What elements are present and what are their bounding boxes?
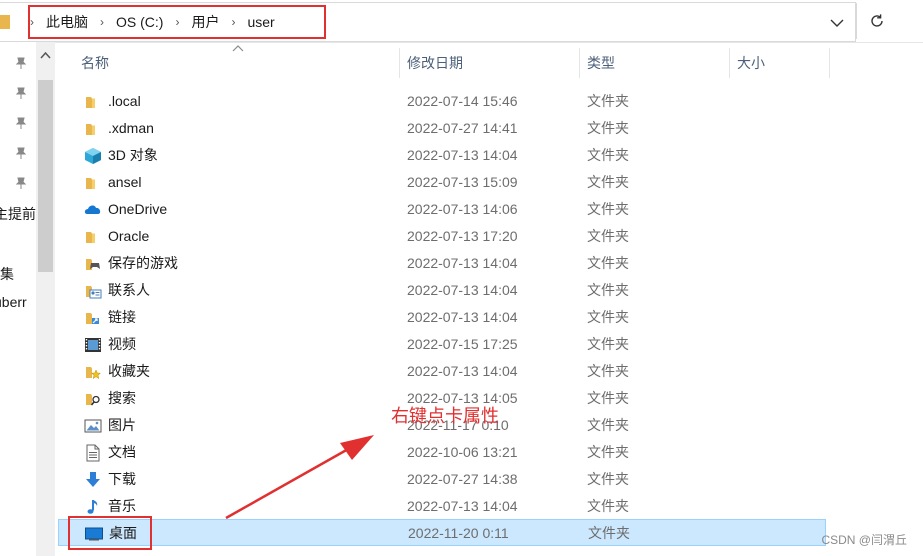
scrollbar-thumb[interactable]: [38, 80, 53, 272]
list-item[interactable]: 链接 2022-07-13 14:04 文件夹: [58, 304, 830, 331]
links-icon: [86, 313, 99, 324]
column-header-date[interactable]: 修改日期: [407, 44, 463, 82]
list-item[interactable]: 收藏夹 2022-07-13 14:04 文件夹: [58, 358, 830, 385]
pin-icon[interactable]: [14, 56, 28, 70]
annotation-highlight-address: [28, 5, 326, 39]
nav-item-partial[interactable]: 主提前: [0, 204, 36, 224]
folder-icon: [86, 178, 95, 189]
watermark: CSDN @闫渭丘: [821, 533, 907, 547]
contacts-icon: [86, 286, 102, 299]
navigation-pane[interactable]: 主提前 集 uberr: [0, 42, 55, 556]
column-divider[interactable]: [829, 48, 830, 78]
sort-ascending-icon: [232, 45, 244, 52]
address-history-dropdown-icon[interactable]: [828, 13, 846, 33]
saved-games-icon: [86, 259, 100, 270]
folder-icon: [86, 232, 95, 243]
address-bar-area: › 此电脑 › OS (C:) › 用户 › user: [0, 0, 923, 43]
pin-icon[interactable]: [14, 86, 28, 100]
pictures-icon: [84, 419, 102, 433]
column-header-type[interactable]: 类型: [587, 44, 615, 82]
onedrive-cloud-icon: [84, 205, 101, 214]
downloads-icon: [86, 472, 100, 487]
list-item[interactable]: Oracle 2022-07-13 17:20 文件夹: [58, 223, 830, 250]
refresh-icon: [871, 14, 883, 27]
nav-item-partial[interactable]: 集: [0, 264, 14, 284]
column-divider[interactable]: [399, 48, 400, 78]
annotation-highlight-desktop: [68, 516, 152, 550]
list-item[interactable]: 联系人 2022-07-13 14:04 文件夹: [58, 277, 830, 304]
list-item[interactable]: OneDrive 2022-07-13 14:06 文件夹: [58, 196, 830, 223]
pin-icon[interactable]: [14, 116, 28, 130]
list-item[interactable]: 文档 2022-10-06 13:21 文件夹: [58, 439, 830, 466]
column-header-name[interactable]: 名称: [81, 44, 109, 82]
3d-objects-icon: [85, 148, 101, 164]
list-item[interactable]: 音乐 2022-07-13 14:04 文件夹: [58, 493, 830, 520]
list-item[interactable]: ansel 2022-07-13 15:09 文件夹: [58, 169, 830, 196]
column-headers: 名称 修改日期 类型 大小: [58, 44, 923, 82]
column-divider[interactable]: [579, 48, 580, 78]
column-divider[interactable]: [729, 48, 730, 78]
annotation-text: 右键点卡属性: [391, 406, 499, 426]
scroll-up-arrow-icon[interactable]: [40, 51, 51, 59]
music-icon: [87, 500, 98, 514]
folder-icon: [86, 97, 95, 108]
list-item[interactable]: 视频 2022-07-15 17:25 文件夹: [58, 331, 830, 358]
videos-icon: [85, 338, 101, 352]
column-header-size[interactable]: 大小: [737, 44, 765, 82]
refresh-button[interactable]: [856, 3, 897, 39]
list-item-selected[interactable]: 桌面 2022-11-20 0:11 文件夹: [58, 519, 826, 546]
list-item[interactable]: .local 2022-07-14 15:46 文件夹: [58, 88, 830, 115]
documents-icon: [86, 444, 100, 462]
address-folder-icon: [0, 15, 10, 29]
favorites-icon: [86, 367, 102, 380]
pin-icon[interactable]: [14, 176, 28, 190]
nav-scrollbar[interactable]: [36, 42, 55, 556]
list-item[interactable]: 下载 2022-07-27 14:38 文件夹: [58, 466, 830, 493]
list-item[interactable]: 保存的游戏 2022-07-13 14:04 文件夹: [58, 250, 830, 277]
list-item[interactable]: 3D 对象 2022-07-13 14:04 文件夹: [58, 142, 830, 169]
folder-icon: [86, 124, 95, 135]
searches-icon: [86, 394, 100, 406]
pin-icon[interactable]: [14, 146, 28, 160]
nav-item-partial[interactable]: uberr: [0, 294, 27, 310]
list-item[interactable]: .xdman 2022-07-27 14:41 文件夹: [58, 115, 830, 142]
